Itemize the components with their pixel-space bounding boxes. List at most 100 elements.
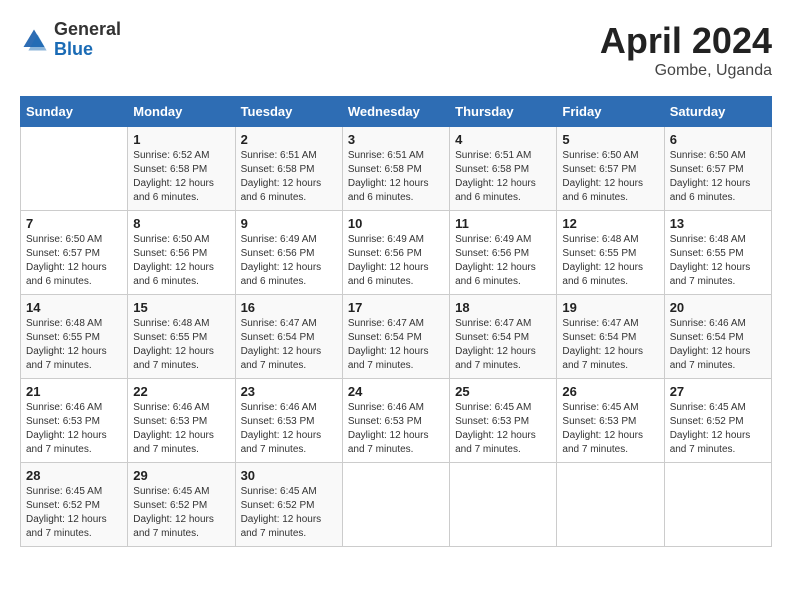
day-number: 2	[241, 132, 337, 147]
calendar-cell: 1 Sunrise: 6:52 AMSunset: 6:58 PMDaylight…	[128, 127, 235, 211]
day-number: 29	[133, 468, 229, 483]
day-number: 22	[133, 384, 229, 399]
day-number: 4	[455, 132, 551, 147]
calendar-cell: 27 Sunrise: 6:45 AMSunset: 6:52 PMDayligh…	[664, 379, 771, 463]
day-info: Sunrise: 6:46 AMSunset: 6:53 PMDaylight:…	[133, 401, 229, 457]
calendar-cell: 17 Sunrise: 6:47 AMSunset: 6:54 PMDayligh…	[342, 295, 449, 379]
calendar-cell: 8 Sunrise: 6:50 AMSunset: 6:56 PMDaylight…	[128, 211, 235, 295]
day-info: Sunrise: 6:51 AMSunset: 6:58 PMDaylight:…	[455, 149, 551, 205]
calendar-week-5: 28 Sunrise: 6:45 AMSunset: 6:52 PMDayligh…	[21, 463, 772, 547]
calendar-cell: 3 Sunrise: 6:51 AMSunset: 6:58 PMDaylight…	[342, 127, 449, 211]
day-info: Sunrise: 6:46 AMSunset: 6:54 PMDaylight:…	[670, 317, 766, 373]
calendar-cell: 11 Sunrise: 6:49 AMSunset: 6:56 PMDayligh…	[450, 211, 557, 295]
day-number: 12	[562, 216, 658, 231]
calendar-cell: 10 Sunrise: 6:49 AMSunset: 6:56 PMDayligh…	[342, 211, 449, 295]
calendar-cell: 28Sunrise: 6:45 AMSunset: 6:52 PMDayligh…	[21, 463, 128, 547]
day-info: Sunrise: 6:50 AMSunset: 6:56 PMDaylight:…	[133, 233, 229, 289]
calendar-cell: 4 Sunrise: 6:51 AMSunset: 6:58 PMDaylight…	[450, 127, 557, 211]
day-number: 5	[562, 132, 658, 147]
day-number: 9	[241, 216, 337, 231]
day-number: 8	[133, 216, 229, 231]
day-number: 28	[26, 468, 122, 483]
column-header-saturday: Saturday	[664, 97, 771, 127]
day-info: Sunrise: 6:45 AMSunset: 6:52 PMDaylight:…	[670, 401, 766, 457]
calendar-week-4: 21Sunrise: 6:46 AMSunset: 6:53 PMDayligh…	[21, 379, 772, 463]
calendar-table: SundayMondayTuesdayWednesdayThursdayFrid…	[20, 96, 772, 547]
day-info: Sunrise: 6:51 AMSunset: 6:58 PMDaylight:…	[348, 149, 444, 205]
calendar-body: 1 Sunrise: 6:52 AMSunset: 6:58 PMDaylight…	[21, 127, 772, 547]
calendar-cell: 30 Sunrise: 6:45 AMSunset: 6:52 PMDayligh…	[235, 463, 342, 547]
day-number: 18	[455, 300, 551, 315]
calendar-week-3: 14 Sunrise: 6:48 AMSunset: 6:55 PMDayligh…	[21, 295, 772, 379]
calendar-cell	[450, 463, 557, 547]
day-info: Sunrise: 6:45 AMSunset: 6:52 PMDaylight:…	[133, 485, 229, 541]
day-info: Sunrise: 6:50 AMSunset: 6:57 PMDaylight:…	[670, 149, 766, 205]
day-number: 6	[670, 132, 766, 147]
column-header-wednesday: Wednesday	[342, 97, 449, 127]
day-info: Sunrise: 6:45 AMSunset: 6:53 PMDaylight:…	[562, 401, 658, 457]
calendar-week-2: 7Sunrise: 6:50 AMSunset: 6:57 PMDaylight…	[21, 211, 772, 295]
day-info: Sunrise: 6:48 AMSunset: 6:55 PMDaylight:…	[133, 317, 229, 373]
day-info: Sunrise: 6:47 AMSunset: 6:54 PMDaylight:…	[562, 317, 658, 373]
day-number: 20	[670, 300, 766, 315]
calendar-cell: 23Sunrise: 6:46 AMSunset: 6:53 PMDayligh…	[235, 379, 342, 463]
day-info: Sunrise: 6:49 AMSunset: 6:56 PMDaylight:…	[455, 233, 551, 289]
day-number: 17	[348, 300, 444, 315]
calendar-cell: 15Sunrise: 6:48 AMSunset: 6:55 PMDayligh…	[128, 295, 235, 379]
day-number: 14	[26, 300, 122, 315]
calendar-cell: 21Sunrise: 6:46 AMSunset: 6:53 PMDayligh…	[21, 379, 128, 463]
calendar-cell: 6 Sunrise: 6:50 AMSunset: 6:57 PMDaylight…	[664, 127, 771, 211]
day-info: Sunrise: 6:49 AMSunset: 6:56 PMDaylight:…	[241, 233, 337, 289]
title-block: April 2024 Gombe, Uganda	[600, 20, 772, 80]
column-header-friday: Friday	[557, 97, 664, 127]
day-number: 7	[26, 216, 122, 231]
column-header-thursday: Thursday	[450, 97, 557, 127]
location-title: Gombe, Uganda	[600, 62, 772, 80]
calendar-cell: 5 Sunrise: 6:50 AMSunset: 6:57 PMDaylight…	[557, 127, 664, 211]
day-info: Sunrise: 6:49 AMSunset: 6:56 PMDaylight:…	[348, 233, 444, 289]
day-number: 3	[348, 132, 444, 147]
calendar-cell: 24Sunrise: 6:46 AMSunset: 6:53 PMDayligh…	[342, 379, 449, 463]
month-title: April 2024	[600, 20, 772, 62]
calendar-cell: 26 Sunrise: 6:45 AMSunset: 6:53 PMDayligh…	[557, 379, 664, 463]
day-number: 25	[455, 384, 551, 399]
day-number: 10	[348, 216, 444, 231]
calendar-cell: 7Sunrise: 6:50 AMSunset: 6:57 PMDaylight…	[21, 211, 128, 295]
day-number: 30	[241, 468, 337, 483]
calendar-cell: 14 Sunrise: 6:48 AMSunset: 6:55 PMDayligh…	[21, 295, 128, 379]
day-number: 1	[133, 132, 229, 147]
calendar-cell: 25 Sunrise: 6:45 AMSunset: 6:53 PMDayligh…	[450, 379, 557, 463]
day-number: 11	[455, 216, 551, 231]
day-info: Sunrise: 6:48 AMSunset: 6:55 PMDaylight:…	[26, 317, 122, 373]
day-info: Sunrise: 6:46 AMSunset: 6:53 PMDaylight:…	[26, 401, 122, 457]
logo: General Blue	[20, 20, 121, 60]
day-info: Sunrise: 6:45 AMSunset: 6:52 PMDaylight:…	[241, 485, 337, 541]
calendar-cell: 18Sunrise: 6:47 AMSunset: 6:54 PMDayligh…	[450, 295, 557, 379]
calendar-cell: 9 Sunrise: 6:49 AMSunset: 6:56 PMDaylight…	[235, 211, 342, 295]
column-header-sunday: Sunday	[21, 97, 128, 127]
calendar-cell	[342, 463, 449, 547]
day-info: Sunrise: 6:45 AMSunset: 6:53 PMDaylight:…	[455, 401, 551, 457]
day-info: Sunrise: 6:51 AMSunset: 6:58 PMDaylight:…	[241, 149, 337, 205]
calendar-cell	[21, 127, 128, 211]
day-number: 26	[562, 384, 658, 399]
logo-text: General Blue	[54, 20, 121, 60]
day-info: Sunrise: 6:47 AMSunset: 6:54 PMDaylight:…	[348, 317, 444, 373]
calendar-week-1: 1 Sunrise: 6:52 AMSunset: 6:58 PMDaylight…	[21, 127, 772, 211]
calendar-cell: 22 Sunrise: 6:46 AMSunset: 6:53 PMDayligh…	[128, 379, 235, 463]
calendar-cell: 13 Sunrise: 6:48 AMSunset: 6:55 PMDayligh…	[664, 211, 771, 295]
calendar-cell: 2 Sunrise: 6:51 AMSunset: 6:58 PMDaylight…	[235, 127, 342, 211]
day-number: 19	[562, 300, 658, 315]
calendar-cell: 19 Sunrise: 6:47 AMSunset: 6:54 PMDayligh…	[557, 295, 664, 379]
day-number: 27	[670, 384, 766, 399]
day-info: Sunrise: 6:50 AMSunset: 6:57 PMDaylight:…	[562, 149, 658, 205]
logo-general-text: General	[54, 20, 121, 40]
day-info: Sunrise: 6:48 AMSunset: 6:55 PMDaylight:…	[670, 233, 766, 289]
logo-icon	[20, 26, 48, 54]
day-number: 16	[241, 300, 337, 315]
day-number: 23	[241, 384, 337, 399]
day-number: 24	[348, 384, 444, 399]
day-info: Sunrise: 6:52 AMSunset: 6:58 PMDaylight:…	[133, 149, 229, 205]
day-number: 13	[670, 216, 766, 231]
calendar-cell	[664, 463, 771, 547]
